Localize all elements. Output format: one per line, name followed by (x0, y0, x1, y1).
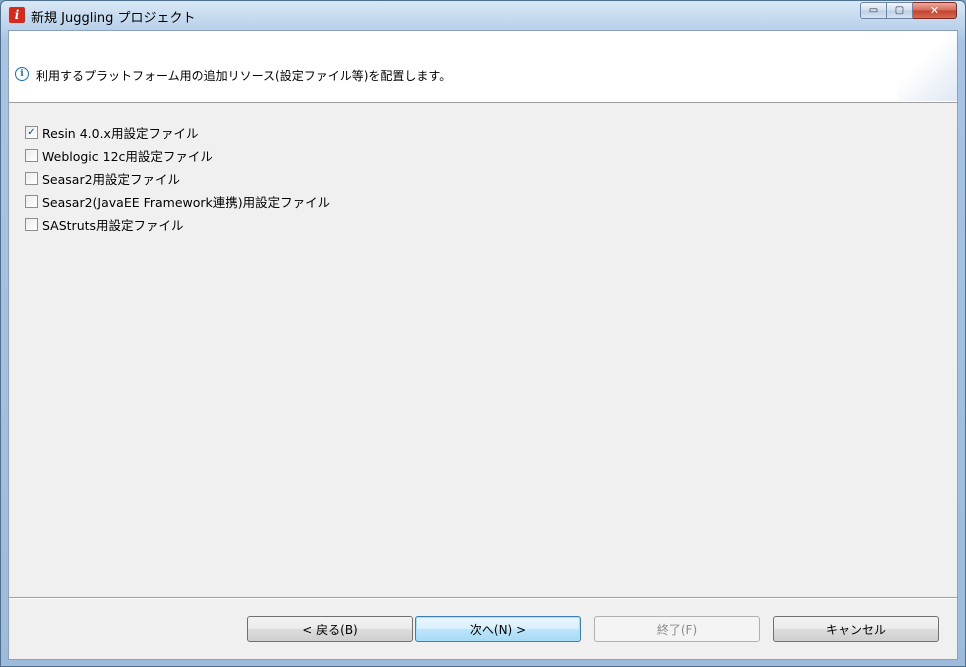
banner-decoration (897, 31, 957, 101)
option-label: Resin 4.0.x用設定ファイル (42, 126, 199, 141)
minimize-button[interactable]: ▭ (860, 2, 887, 19)
checkbox-resin[interactable]: ✓ (25, 126, 38, 139)
option-label: Weblogic 12c用設定ファイル (42, 149, 213, 164)
back-button[interactable]: < 戻る(B) (247, 616, 413, 642)
title-bar[interactable]: i 新規 Juggling プロジェクト ▭ ▢ ✕ (1, 1, 965, 30)
checkbox-seasar2[interactable] (25, 172, 38, 185)
window-controls: ▭ ▢ ✕ (860, 2, 957, 21)
maximize-icon: ▢ (894, 5, 905, 16)
banner-message: 利用するプラットフォーム用の追加リソース(設定ファイル等)を配置します。 (36, 69, 452, 83)
option-sastruts[interactable]: SAStruts用設定ファイル (25, 213, 330, 236)
info-icon: i (15, 67, 29, 81)
option-seasar2-javaee[interactable]: Seasar2(JavaEE Framework連携)用設定ファイル (25, 190, 330, 213)
checkbox-seasar2-javaee[interactable] (25, 195, 38, 208)
finish-button: 終了(F) (594, 616, 760, 642)
resource-option-list: ✓ Resin 4.0.x用設定ファイル Weblogic 12c用設定ファイル… (25, 121, 330, 236)
option-label: SAStruts用設定ファイル (42, 218, 184, 233)
maximize-button[interactable]: ▢ (887, 2, 913, 19)
dialog-client-area: i 利用するプラットフォーム用の追加リソース(設定ファイル等)を配置します。 ✓… (8, 30, 958, 660)
option-seasar2[interactable]: Seasar2用設定ファイル (25, 167, 330, 190)
wizard-window: i 新規 Juggling プロジェクト ▭ ▢ ✕ i 利用するプラットフォー… (0, 0, 966, 667)
window-title: 新規 Juggling プロジェクト (31, 11, 196, 26)
checkbox-sastruts[interactable] (25, 218, 38, 231)
option-weblogic[interactable]: Weblogic 12c用設定ファイル (25, 144, 330, 167)
option-resin[interactable]: ✓ Resin 4.0.x用設定ファイル (25, 121, 330, 144)
cancel-button[interactable]: キャンセル (773, 616, 939, 642)
wizard-banner: i 利用するプラットフォーム用の追加リソース(設定ファイル等)を配置します。 (9, 31, 957, 103)
checkbox-weblogic[interactable] (25, 149, 38, 162)
footer-separator (9, 597, 957, 599)
minimize-icon: ▭ (868, 5, 879, 16)
option-label: Seasar2(JavaEE Framework連携)用設定ファイル (42, 195, 331, 210)
close-button[interactable]: ✕ (913, 2, 957, 19)
close-icon: ✕ (929, 4, 940, 17)
app-icon: i (9, 7, 25, 23)
next-button[interactable]: 次へ(N) > (415, 616, 581, 642)
option-label: Seasar2用設定ファイル (42, 172, 181, 187)
